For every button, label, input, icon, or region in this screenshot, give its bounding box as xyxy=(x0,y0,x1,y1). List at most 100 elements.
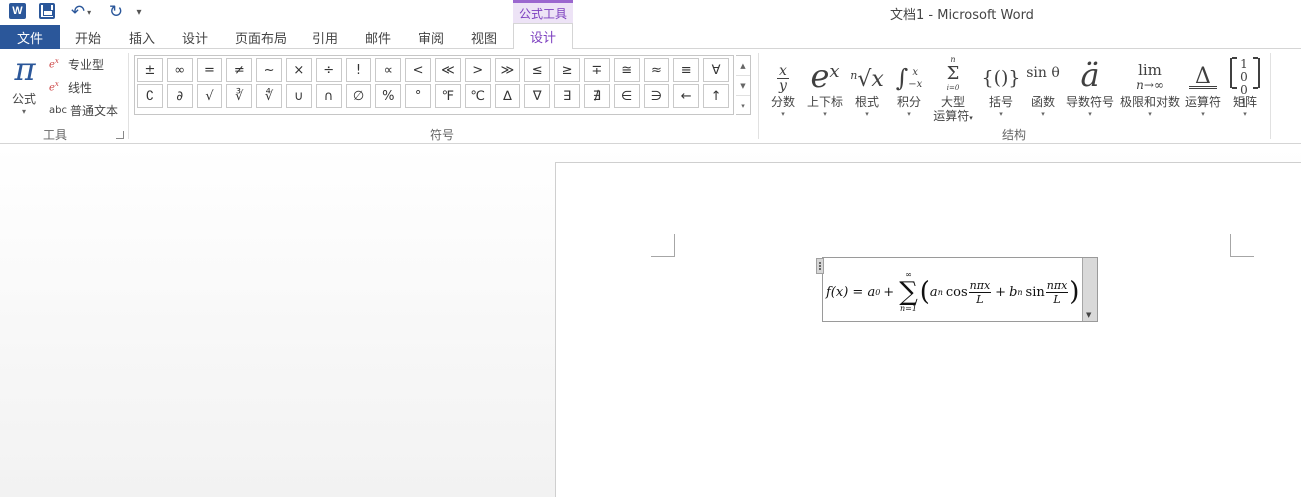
group-separator xyxy=(1270,53,1271,139)
tab-file[interactable]: 文件 xyxy=(0,25,60,49)
symbol-button[interactable]: √ xyxy=(196,84,223,108)
redo-icon[interactable]: ↻ xyxy=(106,2,126,22)
tab-view[interactable]: 视图 xyxy=(471,25,497,49)
equation-button-label[interactable]: 公式 xyxy=(12,90,36,107)
symbol-button[interactable]: ± xyxy=(137,58,163,82)
undo-icon[interactable]: ↶ ▾ xyxy=(66,2,96,22)
symbol-button[interactable]: ← xyxy=(673,84,700,108)
symbol-button[interactable]: ∄ xyxy=(583,84,610,108)
word-logo-icon[interactable]: W xyxy=(9,3,26,19)
document-page[interactable] xyxy=(555,162,1301,497)
symbol-button[interactable]: ∆ xyxy=(494,84,521,108)
gallery-more-icon[interactable]: ▾ xyxy=(736,96,750,116)
symbol-button[interactable]: < xyxy=(405,58,431,82)
fraction-label: 分数 xyxy=(770,95,795,109)
radical-button[interactable]: n √x 根式 ▾ xyxy=(850,53,884,119)
integral-button[interactable]: ∫ x −x 积分 ▾ xyxy=(893,53,925,119)
symbol-button[interactable]: ≈ xyxy=(643,58,670,82)
symbol-button[interactable]: ≤ xyxy=(524,58,551,82)
fraction-icon: x y xyxy=(777,63,789,94)
tab-design[interactable]: 设计 xyxy=(182,25,208,49)
script-label: 上下标 xyxy=(806,95,843,109)
equation-lhs: f(x) = a xyxy=(826,284,876,300)
tab-mailings[interactable]: 邮件 xyxy=(365,25,391,49)
symbol-button[interactable]: ≠ xyxy=(226,58,253,82)
symbol-button[interactable]: = xyxy=(196,58,223,82)
equation-a-term: a xyxy=(929,284,938,300)
equation-content[interactable]: f(x) = a0 + ∞ ∑ n=1 ( an cos nπx L + bn s… xyxy=(826,270,1079,314)
symbol-button[interactable]: ∀ xyxy=(703,58,729,82)
equation-options-button[interactable]: ▼ xyxy=(1082,258,1097,321)
operator-label: 运算符 xyxy=(1184,95,1221,109)
symbol-button[interactable]: % xyxy=(375,84,402,108)
symbol-button[interactable]: ∓ xyxy=(583,58,610,82)
symbol-button[interactable]: ≪ xyxy=(434,58,461,82)
tab-page-layout[interactable]: 页面布局 xyxy=(235,25,287,49)
tab-review[interactable]: 审阅 xyxy=(418,25,444,49)
symbol-button[interactable]: ∋ xyxy=(643,84,670,108)
equation-fraction: nπx L xyxy=(968,278,992,306)
symbol-button[interactable]: ∞ xyxy=(166,58,193,82)
symbol-button[interactable]: × xyxy=(285,58,312,82)
symbol-button[interactable]: ≅ xyxy=(613,58,640,82)
symbol-button[interactable]: ∂ xyxy=(166,84,193,108)
symbol-button[interactable]: ℉ xyxy=(434,84,461,108)
symbol-button[interactable]: ∅ xyxy=(345,84,372,108)
equation-b-term: b xyxy=(1009,284,1018,300)
chevron-down-icon[interactable]: ▾ xyxy=(22,107,26,116)
symbol-gallery: ± ∞ = ≠ ~ × ÷! ∝ < ≪ > ≫ ≤ ≥ ∓ ≅ ≈ ≡ ∀ ∁ ∂ √ ∛ ∜ ∪ ∩ ∅% ° ℉ ℃ ∆ ∇ ∃ ∄ ∈ ∋ ←… xyxy=(134,55,734,115)
symbol-button[interactable]: ÷ xyxy=(315,58,342,82)
symbol-button[interactable]: ≥ xyxy=(554,58,580,82)
equation-move-handle[interactable] xyxy=(816,258,824,274)
dialog-launcher-icon[interactable] xyxy=(116,131,124,139)
limit-log-button[interactable]: lim n→∞ 极限和对数 ▾ xyxy=(1118,53,1182,119)
tab-insert[interactable]: 插入 xyxy=(129,25,155,49)
large-operator-button[interactable]: n Σ i=0 大型 运算符▾ xyxy=(930,53,976,125)
linear-button[interactable]: ex 线性 xyxy=(49,78,92,96)
equation-sin: sin xyxy=(1025,284,1045,300)
group-separator xyxy=(758,53,759,139)
symbol-button[interactable]: ∇ xyxy=(524,84,551,108)
equation-close-paren: ) xyxy=(1069,277,1080,307)
plain-text-button[interactable]: abc 普通文本 xyxy=(49,101,118,119)
symbol-button[interactable]: > xyxy=(464,58,491,82)
professional-button[interactable]: ex 专业型 xyxy=(49,55,104,73)
symbol-button[interactable]: ° xyxy=(405,84,431,108)
matrix-button[interactable]: 1 0 0 1 矩阵 ▾ xyxy=(1228,53,1262,119)
large-operator-label: 大型 运算符▾ xyxy=(933,95,973,123)
bracket-button[interactable]: {()} 括号 ▾ xyxy=(982,53,1021,119)
operator-button[interactable]: Δ 运算符 ▾ xyxy=(1184,53,1222,119)
scroll-up-icon[interactable]: ▲ xyxy=(736,56,750,76)
function-button[interactable]: sin θ 函数 ▾ xyxy=(1025,53,1061,119)
symbol-button[interactable]: ∩ xyxy=(315,84,342,108)
symbol-button[interactable]: ∝ xyxy=(375,58,402,82)
symbol-button[interactable]: ≫ xyxy=(494,58,521,82)
equation-container[interactable]: f(x) = a0 + ∞ ∑ n=1 ( an cos nπx L + bn s… xyxy=(816,257,1098,322)
tab-home[interactable]: 开始 xyxy=(75,25,101,49)
symbol-button[interactable]: ∈ xyxy=(613,84,640,108)
equation-pi-icon[interactable]: π xyxy=(10,53,40,85)
professional-icon: ex xyxy=(49,57,59,71)
limit-icon: lim n→∞ xyxy=(1136,61,1164,93)
symbol-button[interactable]: ↑ xyxy=(703,84,729,108)
symbol-button[interactable]: ≡ xyxy=(673,58,700,82)
symbol-button[interactable]: ∁ xyxy=(137,84,163,108)
linear-label: 线性 xyxy=(68,80,93,95)
chevron-down-icon: ▾ xyxy=(1243,110,1247,118)
scroll-down-icon[interactable]: ▼ xyxy=(736,76,750,96)
accent-button[interactable]: ä 导数符号 ▾ xyxy=(1064,53,1116,119)
summation: ∞ ∑ n=1 xyxy=(899,270,918,313)
symbol-button[interactable]: ℃ xyxy=(464,84,491,108)
customize-qat-icon[interactable]: ▾ xyxy=(133,3,145,21)
fraction-button[interactable]: x y 分数 ▾ xyxy=(768,53,798,119)
tab-references[interactable]: 引用 xyxy=(312,25,338,49)
tab-equation-design[interactable]: 设计 xyxy=(513,23,573,50)
script-button[interactable]: ex 上下标 ▾ xyxy=(806,53,844,119)
save-icon[interactable] xyxy=(39,3,55,19)
symbol-button[interactable]: ∜ xyxy=(256,84,282,108)
symbol-button[interactable]: ∪ xyxy=(285,84,312,108)
symbol-button[interactable]: ~ xyxy=(256,58,282,82)
symbol-button[interactable]: ∛ xyxy=(226,84,253,108)
symbol-button[interactable]: ∃ xyxy=(554,84,580,108)
symbol-button[interactable]: ! xyxy=(345,58,372,82)
